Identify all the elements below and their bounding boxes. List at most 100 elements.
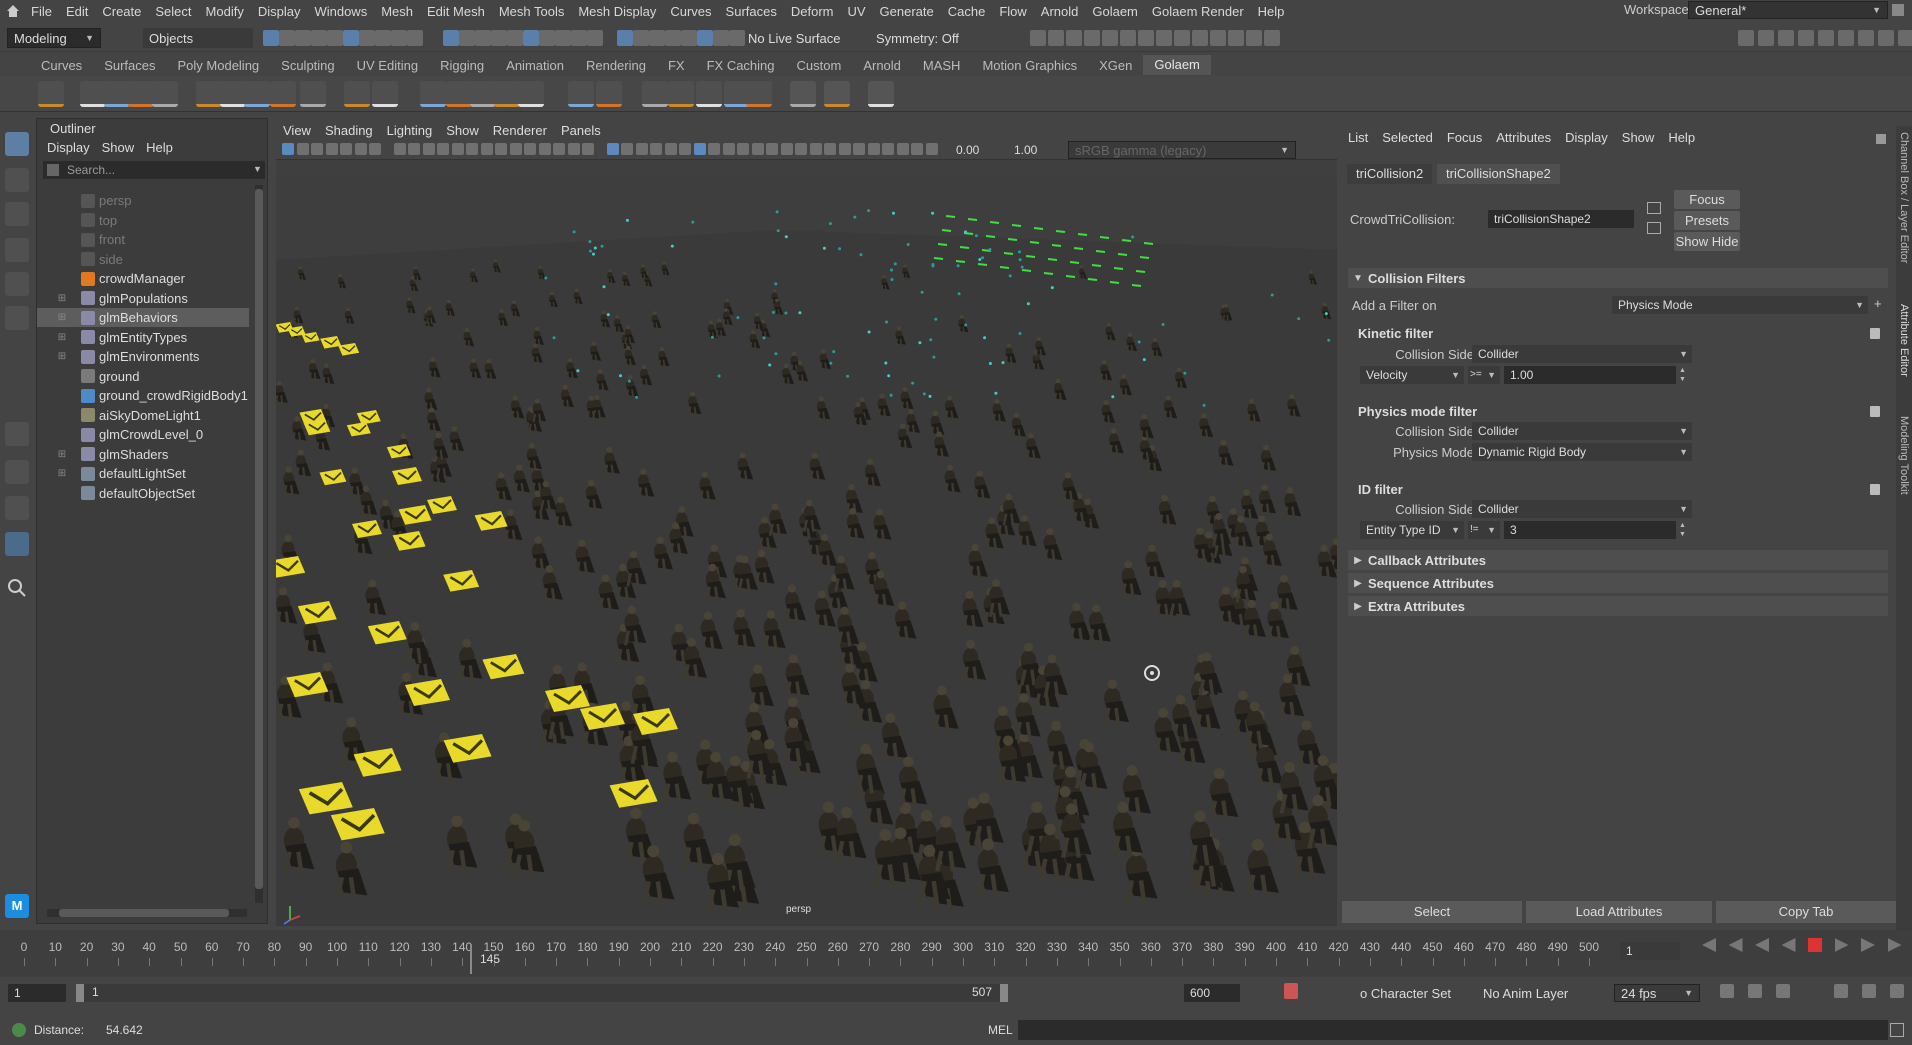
- node-name-field[interactable]: triCollisionShape2: [1488, 210, 1634, 228]
- outliner-item-ground_crowdrigidbody1[interactable]: ground_crowdRigidBody1: [37, 386, 249, 405]
- viewport-tool-icon[interactable]: [838, 143, 851, 155]
- expand-plus-icon[interactable]: ⊞: [57, 293, 67, 304]
- select-button[interactable]: Select: [1342, 901, 1522, 923]
- settings-icon[interactable]: [1890, 984, 1904, 998]
- outliner-item-defaultobjectset[interactable]: defaultObjectSet: [37, 484, 249, 503]
- viewport-tool-icon[interactable]: [809, 143, 822, 155]
- menu-golaem-render[interactable]: Golaem Render: [1145, 4, 1251, 19]
- menu-windows[interactable]: Windows: [307, 4, 374, 19]
- status-tool-icon[interactable]: [665, 30, 681, 46]
- step-forward-icon[interactable]: [1834, 938, 1849, 952]
- presets-icon[interactable]: [1647, 222, 1661, 234]
- golaem-shelf-tool-icon[interactable]: [494, 81, 520, 107]
- extra-attributes-section[interactable]: ▶ Extra Attributes: [1348, 596, 1888, 616]
- viewport-tool-icon[interactable]: [524, 143, 536, 155]
- ae-menu-display[interactable]: Display: [1565, 130, 1608, 145]
- viewport-tool-icon[interactable]: [722, 143, 735, 155]
- menu-curves[interactable]: Curves: [663, 4, 718, 19]
- render-tool-icon[interactable]: [1174, 30, 1190, 46]
- panel-toggle-icon[interactable]: [1758, 30, 1774, 46]
- outliner-item-aiskydomelight1[interactable]: aiSkyDomeLight1: [37, 406, 249, 425]
- gamma-field[interactable]: 1.00: [1014, 143, 1037, 157]
- presets-button[interactable]: Presets: [1674, 211, 1740, 230]
- four-view-icon[interactable]: [5, 460, 29, 484]
- modeling-toolkit-tab[interactable]: Modeling Toolkit: [1898, 416, 1910, 495]
- search-filter-icon[interactable]: [47, 164, 59, 176]
- ae-menu-focus[interactable]: Focus: [1447, 130, 1482, 145]
- shelf-tab-poly-modeling[interactable]: Poly Modeling: [167, 58, 271, 73]
- trash-icon[interactable]: [1870, 406, 1880, 417]
- character-set-dropdown[interactable]: o Character Set: [1360, 986, 1451, 1001]
- rotate-tool-icon[interactable]: [5, 272, 29, 296]
- render-tool-icon[interactable]: [1156, 30, 1172, 46]
- viewport-tool-icon[interactable]: [867, 143, 880, 155]
- shelf-tab-motion-graphics[interactable]: Motion Graphics: [971, 58, 1088, 73]
- status-tool-icon[interactable]: [617, 30, 633, 46]
- scrollbar-thumb[interactable]: [255, 189, 263, 889]
- status-tool-icon[interactable]: [359, 30, 375, 46]
- menu-arnold[interactable]: Arnold: [1034, 4, 1086, 19]
- render-tool-icon[interactable]: [1066, 30, 1082, 46]
- viewport-tool-icon[interactable]: [509, 143, 522, 155]
- viewport-tool-icon[interactable]: [582, 143, 594, 155]
- id-side-dropdown[interactable]: Collider ▼: [1472, 500, 1692, 518]
- sequence-attributes-section[interactable]: ▶ Sequence Attributes: [1348, 573, 1888, 593]
- menu-display[interactable]: Display: [251, 4, 308, 19]
- viewport-tool-icon[interactable]: [325, 143, 338, 155]
- menu-uv[interactable]: UV: [840, 4, 872, 19]
- status-tool-icon[interactable]: [539, 30, 555, 46]
- paint-select-tool-icon[interactable]: [5, 202, 29, 226]
- viewport-menu-shading[interactable]: Shading: [318, 123, 380, 138]
- shelf-tab-mash[interactable]: MASH: [912, 58, 972, 73]
- golaem-shelf-tool-icon[interactable]: [372, 81, 398, 107]
- status-tool-icon[interactable]: [555, 30, 571, 46]
- auto-key-icon[interactable]: [1284, 983, 1298, 999]
- channel-box-tab[interactable]: Channel Box / Layer Editor: [1898, 132, 1910, 263]
- viewport-menu-renderer[interactable]: Renderer: [486, 123, 554, 138]
- golaem-shelf-tool-icon[interactable]: [668, 81, 694, 107]
- exposure-field[interactable]: 0.00: [956, 143, 979, 157]
- viewport-menu-view[interactable]: View: [276, 123, 318, 138]
- expand-plus-icon[interactable]: ⊞: [57, 449, 67, 460]
- golaem-shelf-tool-icon[interactable]: [746, 81, 772, 107]
- viewport-tool-icon[interactable]: [606, 143, 619, 155]
- menu-file[interactable]: File: [24, 4, 59, 19]
- id-operator-dropdown[interactable]: != ▼: [1468, 521, 1500, 539]
- status-tool-icon[interactable]: [443, 30, 459, 46]
- golaem-shelf-tool-icon[interactable]: [596, 81, 622, 107]
- viewport-tool-icon[interactable]: [282, 143, 294, 155]
- status-tool-icon[interactable]: [407, 30, 423, 46]
- loop-icon[interactable]: [1720, 984, 1734, 998]
- status-tool-icon[interactable]: [681, 30, 697, 46]
- render-tool-icon[interactable]: [1084, 30, 1100, 46]
- single-view-icon[interactable]: [5, 422, 29, 446]
- workspace-lock-icon[interactable]: [1892, 4, 1904, 16]
- outliner-item-side[interactable]: side: [37, 250, 249, 269]
- trash-icon[interactable]: [1870, 484, 1880, 495]
- viewport-tool-icon[interactable]: [354, 143, 367, 155]
- golaem-shelf-tool-icon[interactable]: [38, 81, 64, 107]
- viewport-tool-icon[interactable]: [451, 143, 464, 155]
- move-tool-icon[interactable]: [5, 238, 29, 262]
- render-tool-icon[interactable]: [1138, 30, 1154, 46]
- lasso-tool-icon[interactable]: [5, 168, 29, 192]
- mel-command-input[interactable]: [1018, 1020, 1888, 1040]
- script-language-label[interactable]: MEL: [988, 1023, 1013, 1037]
- preferences-icon[interactable]: [1862, 984, 1876, 998]
- viewport-tool-icon[interactable]: [437, 143, 449, 155]
- status-tool-icon[interactable]: [697, 30, 713, 46]
- help-icon[interactable]: [12, 1023, 26, 1037]
- panel-toggle-icon[interactable]: [1878, 30, 1894, 46]
- viewport-tool-icon[interactable]: [422, 143, 435, 155]
- 3d-scene-view[interactable]: [276, 160, 1337, 926]
- pin-icon[interactable]: [1876, 134, 1886, 144]
- collision-filters-section[interactable]: ▼ Collision Filters: [1348, 268, 1888, 288]
- shelf-tab-surfaces[interactable]: Surfaces: [93, 58, 166, 73]
- viewport-tool-icon[interactable]: [679, 143, 691, 155]
- menu-edit-mesh[interactable]: Edit Mesh: [420, 4, 492, 19]
- golaem-shelf-tool-icon[interactable]: [104, 81, 130, 107]
- play-backward-icon[interactable]: [1781, 938, 1796, 952]
- menu-select[interactable]: Select: [148, 4, 198, 19]
- ae-menu-list[interactable]: List: [1348, 130, 1368, 145]
- select-tool-icon[interactable]: [5, 132, 29, 156]
